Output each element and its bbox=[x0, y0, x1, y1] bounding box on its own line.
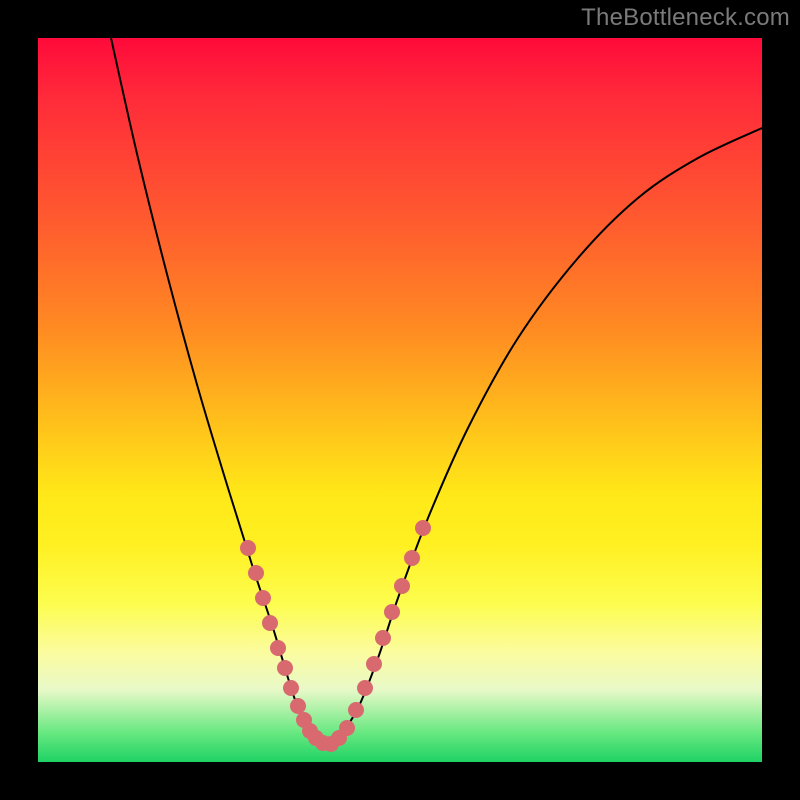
marker-dot bbox=[283, 680, 299, 696]
marker-dot bbox=[348, 702, 364, 718]
marker-dot bbox=[248, 565, 264, 581]
marker-dot bbox=[394, 578, 410, 594]
marker-dot bbox=[290, 698, 306, 714]
marker-dot bbox=[277, 660, 293, 676]
marker-dot bbox=[366, 656, 382, 672]
marker-dot bbox=[240, 540, 256, 556]
chart-svg bbox=[38, 38, 762, 762]
marker-dots bbox=[240, 520, 431, 752]
watermark-text: TheBottleneck.com bbox=[581, 4, 790, 32]
marker-dot bbox=[270, 640, 286, 656]
outer-frame: TheBottleneck.com bbox=[0, 0, 800, 800]
plot-area bbox=[38, 38, 762, 762]
marker-dot bbox=[262, 615, 278, 631]
marker-dot bbox=[415, 520, 431, 536]
marker-dot bbox=[404, 550, 420, 566]
marker-dot bbox=[375, 630, 391, 646]
marker-dot bbox=[384, 604, 400, 620]
main-curve bbox=[111, 38, 762, 743]
marker-dot bbox=[339, 720, 355, 736]
marker-dot bbox=[357, 680, 373, 696]
marker-dot bbox=[255, 590, 271, 606]
